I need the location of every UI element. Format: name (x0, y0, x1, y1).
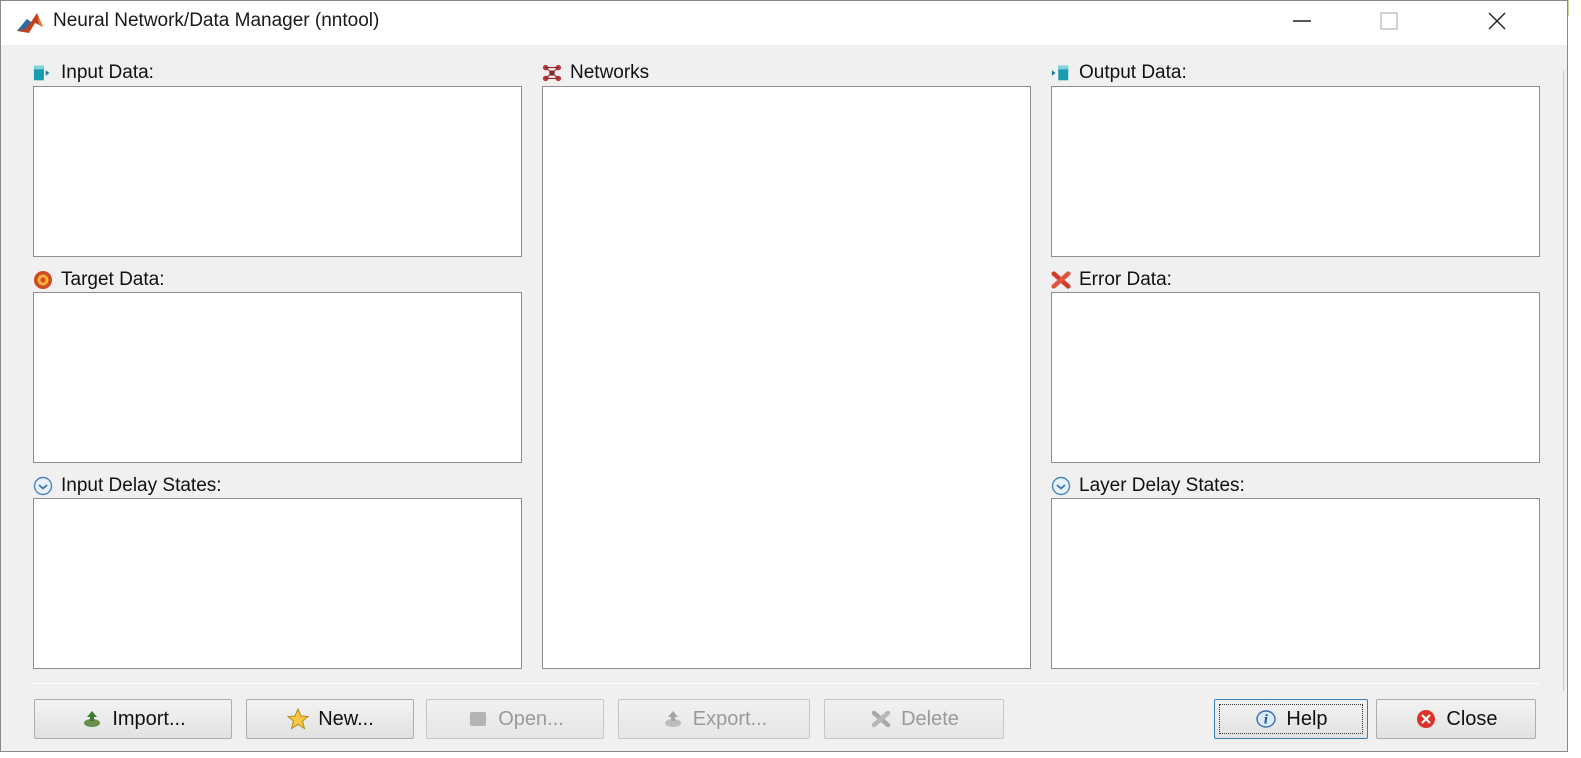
right-rail (1563, 71, 1569, 691)
import-icon (80, 708, 104, 730)
export-button[interactable]: Export... (618, 699, 810, 739)
delay-states-icon (33, 476, 53, 496)
close-circle-icon (1414, 708, 1438, 730)
focus-indicator (1219, 704, 1363, 734)
open-button[interactable]: Open... (426, 699, 604, 739)
output-data-icon (1051, 63, 1071, 83)
error-data-label: Error Data: (1051, 268, 1172, 292)
minimize-icon (1291, 10, 1313, 37)
button-separator (33, 683, 1539, 684)
input-data-label: Input Data: (33, 61, 154, 85)
target-icon (33, 270, 53, 290)
new-button[interactable]: New... (246, 699, 414, 739)
layer-delay-states-list[interactable] (1051, 498, 1540, 669)
input-delay-states-label: Input Delay States: (33, 474, 222, 498)
minimize-button[interactable] (1269, 1, 1335, 45)
window-title: Neural Network/Data Manager (nntool) (53, 10, 380, 31)
title-bar[interactable]: Neural Network/Data Manager (nntool) (1, 1, 1567, 45)
networks-list[interactable] (542, 86, 1031, 669)
error-icon (1051, 270, 1071, 290)
input-data-icon (33, 63, 53, 83)
delete-button[interactable]: Delete (824, 699, 1004, 739)
nntool-window: Neural Network/Data Manager (nntool) Inp… (0, 0, 1568, 752)
open-icon (466, 708, 490, 730)
delay-states-icon (1051, 476, 1071, 496)
close-button[interactable]: Close (1376, 699, 1536, 739)
networks-label: Networks (542, 61, 649, 85)
close-window-icon (1486, 10, 1508, 37)
close-window-button[interactable] (1464, 1, 1530, 45)
background-edge (1569, 0, 1581, 758)
maximize-icon (1378, 10, 1400, 37)
maximize-button[interactable] (1356, 1, 1422, 45)
input-data-list[interactable] (33, 86, 522, 257)
matlab-logo-icon (15, 11, 45, 35)
layer-delay-states-label: Layer Delay States: (1051, 474, 1245, 498)
target-data-label: Target Data: (33, 268, 165, 292)
output-data-label: Output Data: (1051, 61, 1187, 85)
import-button[interactable]: Import... (34, 699, 232, 739)
export-icon (661, 708, 685, 730)
delete-icon (869, 708, 893, 730)
help-button[interactable]: i Help (1214, 699, 1368, 739)
output-data-list[interactable] (1051, 86, 1540, 257)
error-data-list[interactable] (1051, 292, 1540, 463)
input-delay-states-list[interactable] (33, 498, 522, 669)
new-star-icon (286, 708, 310, 730)
target-data-list[interactable] (33, 292, 522, 463)
network-icon (542, 63, 562, 83)
